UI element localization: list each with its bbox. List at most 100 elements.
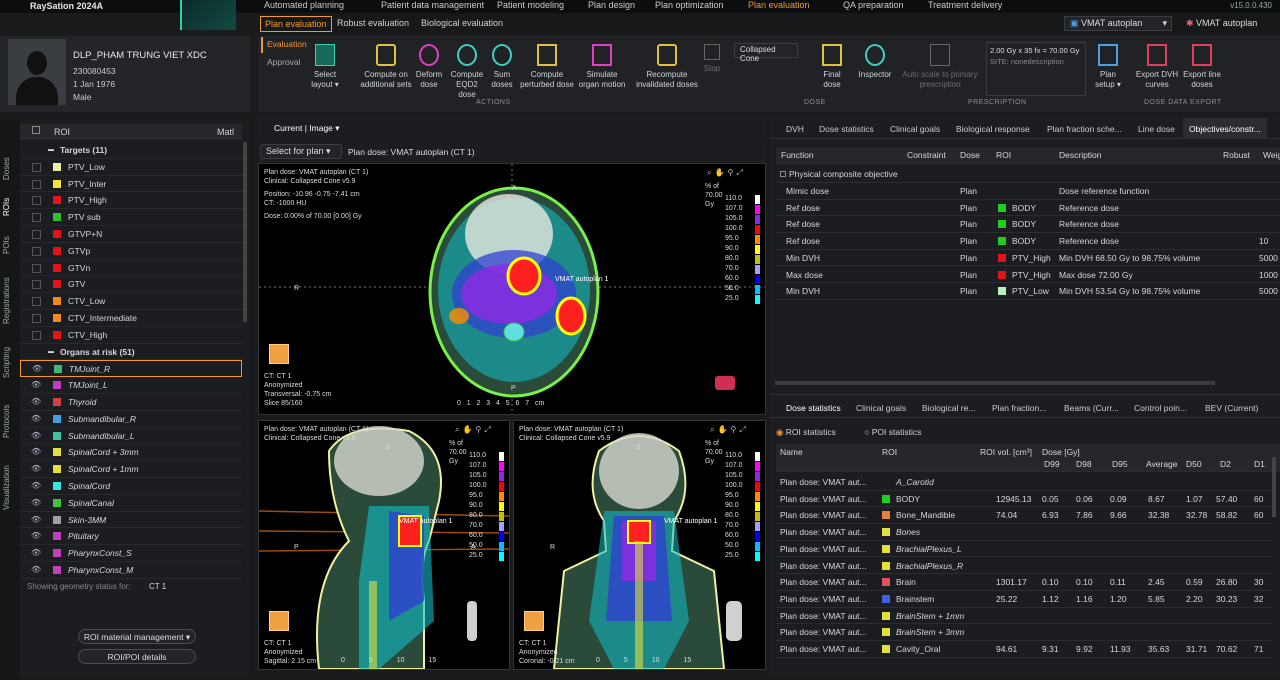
roi-color-swatch[interactable] <box>53 381 61 390</box>
roi-color-swatch[interactable] <box>53 549 61 558</box>
roi-row[interactable]: PTV sub <box>20 209 242 226</box>
select-all-checkbox[interactable] <box>32 126 40 134</box>
group-checkbox[interactable] <box>780 171 786 177</box>
eye-icon[interactable]: 👁 <box>31 548 41 557</box>
roi-color-swatch[interactable] <box>53 179 61 188</box>
roi-row[interactable]: 👁 PharynxConst_M <box>20 562 242 579</box>
statistics-row[interactable]: Plan dose: VMAT aut... 1301.17 0.10 0.10 0.1… <box>776 574 1272 591</box>
algorithm-select[interactable]: Collapsed Cone <box>734 43 798 63</box>
objective-row[interactable]: Ref dose Plan Reference dose 10 BODY <box>776 233 1280 250</box>
eye-icon[interactable]: 👁 <box>31 380 41 389</box>
objective-row[interactable]: Max dose Plan Max dose 72.00 Gy 1000 PTV_Hig… <box>776 267 1280 284</box>
roi-color-swatch[interactable] <box>53 465 61 474</box>
eye-icon[interactable]: 👁 <box>31 397 41 406</box>
roi-checkbox[interactable] <box>32 314 41 323</box>
inspector-button[interactable]: Inspector <box>856 44 894 80</box>
tab-control-points[interactable]: Control poin... <box>1134 403 1187 413</box>
compute-perturbed-button[interactable]: Compute perturbed dose <box>517 44 577 90</box>
roi-row[interactable]: CTV_High <box>20 327 242 344</box>
viewport-tools[interactable]: ⌕✋⚲⤢ <box>707 168 746 178</box>
eye-icon[interactable]: 👁 <box>32 364 42 373</box>
roi-row[interactable]: 👁 PharynxConst_S <box>20 545 242 562</box>
roi-color-swatch[interactable] <box>53 280 61 289</box>
roi-row[interactable]: 👁 Thyroid <box>20 394 242 411</box>
tab-biological-response[interactable]: Biological response <box>956 124 1030 134</box>
export-dvh-button[interactable]: Export DVH curves <box>1134 44 1180 90</box>
roi-color-swatch[interactable] <box>53 230 61 238</box>
tab-line-dose[interactable]: Line dose <box>1138 124 1175 134</box>
roi-color-swatch[interactable] <box>53 515 61 524</box>
roi-material-button[interactable]: ROI material management ▾ <box>78 629 196 644</box>
nav-plan-optimization[interactable]: Plan optimization <box>655 0 724 10</box>
roi-color-swatch[interactable] <box>53 566 61 574</box>
roi-row[interactable]: CTV_Low <box>20 293 242 310</box>
compute-additional-button[interactable]: Compute on additional sets <box>357 44 415 90</box>
roi-checkbox[interactable] <box>32 297 41 307</box>
statistics-row[interactable]: Plan dose: VMAT aut... BrainStem + 1mm <box>776 608 1272 625</box>
simulate-motion-button[interactable]: Simulate organ motion <box>576 44 628 90</box>
statistics-row[interactable]: Plan dose: VMAT aut... BrainStem + 3mm <box>776 624 1272 641</box>
expand-icon[interactable]: ⤢ <box>484 425 493 434</box>
statistics-row[interactable]: Plan dose: VMAT aut... A_Carotid <box>776 474 1272 491</box>
statistics-row[interactable]: Plan dose: VMAT aut... 12945.13 0.05 0.06 0.… <box>776 491 1272 508</box>
roi-color-swatch[interactable] <box>53 448 61 457</box>
roi-row[interactable]: 👁 TMJoint_L <box>20 377 242 394</box>
objective-row[interactable]: Min DVH Plan Min DVH 68.50 Gy to 98.75% vo… <box>776 250 1280 267</box>
radio-roi-statistics[interactable]: ◉ ROI statistics <box>776 427 836 437</box>
roi-row[interactable]: 👁 SpinalCanal <box>20 495 242 512</box>
roi-row[interactable]: 👁 SpinalCord + 1mm <box>20 461 242 478</box>
sidebar-tab-doses[interactable]: Doses <box>2 157 11 180</box>
sum-doses-button[interactable]: Sum doses <box>489 44 515 90</box>
roi-row[interactable]: GTVn <box>20 260 242 277</box>
tab-dose-statistics-bottom[interactable]: Dose statistics <box>786 403 841 413</box>
tab-objectives-constraints[interactable]: Objectives/constr... <box>1183 118 1267 139</box>
tab-dose-statistics[interactable]: Dose statistics <box>819 124 874 134</box>
roi-color-swatch[interactable] <box>53 263 61 272</box>
nav-qa-preparation[interactable]: QA preparation <box>843 0 904 10</box>
sidebar-tab-scripting[interactable]: Scripting <box>2 347 11 378</box>
roi-color-swatch[interactable] <box>53 482 61 490</box>
roi-row[interactable]: PTV_Low <box>20 159 242 176</box>
objective-row[interactable]: Ref dose Plan Reference dose BODY <box>776 216 1280 234</box>
roi-color-swatch[interactable] <box>53 314 61 322</box>
roi-row[interactable]: 👁 SpinalCord <box>20 478 242 495</box>
collapse-icon[interactable]: ▬ <box>48 349 54 355</box>
tab-dvh[interactable]: DVH <box>786 124 804 134</box>
eye-icon[interactable]: 👁 <box>31 565 41 574</box>
objective-row[interactable]: Mimic dose Plan Dose reference function <box>776 183 1280 200</box>
sidebar-tab-registrations[interactable]: Registrations <box>2 277 11 324</box>
nav-patient-data-management[interactable]: Patient data management <box>381 0 484 10</box>
expand-icon[interactable]: ⤢ <box>736 168 745 177</box>
tab-robust-evaluation[interactable]: Robust evaluation <box>333 16 413 32</box>
plan-selector[interactable]: ▣ VMAT autoplan ▾ <box>1064 16 1172 31</box>
sidebar-tab-protocols[interactable]: Protocols <box>2 405 11 438</box>
objectives-h-scrollbar[interactable] <box>775 381 1215 385</box>
roi-color-swatch[interactable] <box>53 498 61 507</box>
tab-plan-evaluation[interactable]: Plan evaluation <box>260 16 332 32</box>
statistics-v-scrollbar[interactable] <box>1272 457 1276 517</box>
prescription-box[interactable]: 2.00 Gy x 35 fx = 70.00 Gy SITE: nonedes… <box>986 42 1086 96</box>
sidebar-tab-visualization[interactable]: Visualization <box>2 465 11 510</box>
search-icon[interactable]: ⚲ <box>475 425 484 434</box>
nav-plan-design[interactable]: Plan design <box>588 0 635 10</box>
eye-icon[interactable]: 👁 <box>31 464 41 473</box>
roi-checkbox[interactable] <box>32 246 41 256</box>
roi-details-button[interactable]: ROI/POI details <box>78 649 196 664</box>
eye-icon[interactable]: 👁 <box>31 531 41 540</box>
roi-row[interactable]: 👁 Submandibular_R <box>20 411 242 428</box>
statistics-row[interactable]: Plan dose: VMAT aut... BrachialPlexus_L <box>776 541 1272 558</box>
tab-plan-fraction-bottom[interactable]: Plan fraction... <box>992 403 1046 413</box>
roi-color-swatch[interactable] <box>53 398 61 406</box>
mode-approval[interactable]: Approval <box>261 55 307 71</box>
nav-patient-modeling[interactable]: Patient modeling <box>497 0 564 10</box>
viewport-tools[interactable]: ⌕✋⚲⤢ <box>455 425 494 435</box>
objective-row[interactable]: Ref dose Plan Reference dose BODY <box>776 200 1280 217</box>
roi-color-swatch[interactable] <box>53 196 61 205</box>
sagittal-viewport[interactable]: Plan dose: VMAT autoplan (CT 1) Clinical… <box>258 420 510 670</box>
eye-icon[interactable]: 👁 <box>31 414 41 423</box>
statistics-row[interactable]: Plan dose: VMAT aut... 25.22 1.12 1.16 1.20 5… <box>776 591 1272 608</box>
eye-icon[interactable]: 👁 <box>31 481 41 490</box>
objective-row[interactable]: Min DVH Plan Min DVH 53.54 Gy to 98.75% vo… <box>776 283 1280 300</box>
roi-checkbox[interactable] <box>32 196 41 206</box>
final-dose-button[interactable]: Final dose <box>816 44 848 90</box>
